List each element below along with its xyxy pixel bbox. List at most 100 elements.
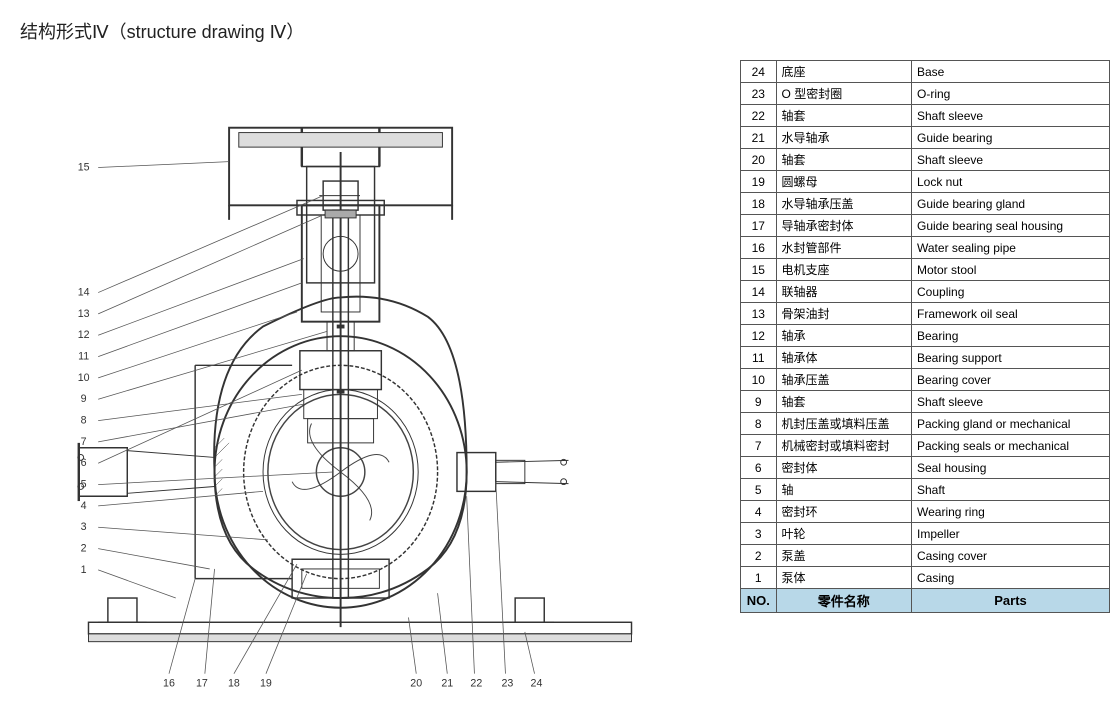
part-name-cn: 轴套 — [776, 105, 911, 127]
svg-text:6: 6 — [81, 457, 87, 469]
part-number: 19 — [741, 171, 777, 193]
svg-text:18: 18 — [228, 677, 240, 689]
part-number: 12 — [741, 325, 777, 347]
part-name-en: Casing cover — [912, 545, 1110, 567]
part-name-cn: 泵盖 — [776, 545, 911, 567]
part-name-en: Packing gland or mechanical — [912, 413, 1110, 435]
part-name-cn: 密封环 — [776, 501, 911, 523]
table-row: 4 密封环 Wearing ring — [741, 501, 1110, 523]
header-no: NO. — [741, 589, 777, 613]
svg-text:24: 24 — [531, 677, 543, 689]
part-number: 3 — [741, 523, 777, 545]
part-number: 4 — [741, 501, 777, 523]
part-name-en: Shaft sleeve — [912, 105, 1110, 127]
part-name-cn: O 型密封圈 — [776, 83, 911, 105]
svg-text:10: 10 — [78, 372, 90, 384]
part-name-cn: 轴承体 — [776, 347, 911, 369]
part-name-cn: 骨架油封 — [776, 303, 911, 325]
part-name-en: Bearing — [912, 325, 1110, 347]
part-name-en: Shaft sleeve — [912, 149, 1110, 171]
page-title: 结构形式Ⅳ（structure drawing Ⅳ） — [20, 18, 304, 44]
table-row: 22 轴套 Shaft sleeve — [741, 105, 1110, 127]
part-name-en: Coupling — [912, 281, 1110, 303]
part-name-cn: 电机支座 — [776, 259, 911, 281]
part-name-en: Bearing cover — [912, 369, 1110, 391]
table-row: 20 轴套 Shaft sleeve — [741, 149, 1110, 171]
part-number: 2 — [741, 545, 777, 567]
part-name-en: Impeller — [912, 523, 1110, 545]
table-row: 12 轴承 Bearing — [741, 325, 1110, 347]
part-name-cn: 联轴器 — [776, 281, 911, 303]
table-header: NO. 零件名称 Parts — [741, 589, 1110, 613]
table-row: 15 电机支座 Motor stool — [741, 259, 1110, 281]
part-name-cn: 水封管部件 — [776, 237, 911, 259]
part-name-en: Seal housing — [912, 457, 1110, 479]
svg-text:17: 17 — [196, 677, 208, 689]
part-name-cn: 水导轴承 — [776, 127, 911, 149]
svg-text:13: 13 — [78, 308, 90, 320]
table-row: 16 水封管部件 Water sealing pipe — [741, 237, 1110, 259]
part-name-cn: 水导轴承压盖 — [776, 193, 911, 215]
svg-text:23: 23 — [501, 677, 513, 689]
part-name-en: O-ring — [912, 83, 1110, 105]
parts-table: 24 底座 Base 23 O 型密封圈 O-ring 22 轴套 Shaft … — [740, 60, 1110, 613]
part-name-cn: 轴 — [776, 479, 911, 501]
part-number: 10 — [741, 369, 777, 391]
part-name-cn: 底座 — [776, 61, 911, 83]
part-number: 17 — [741, 215, 777, 237]
part-name-cn: 泵体 — [776, 567, 911, 589]
part-name-en: Wearing ring — [912, 501, 1110, 523]
table-row: 6 密封体 Seal housing — [741, 457, 1110, 479]
table-row: 5 轴 Shaft — [741, 479, 1110, 501]
svg-text:21: 21 — [441, 677, 453, 689]
part-name-cn: 机封压盖或填料压盖 — [776, 413, 911, 435]
table-row: 19 圆螺母 Lock nut — [741, 171, 1110, 193]
part-number: 13 — [741, 303, 777, 325]
table-row: 23 O 型密封圈 O-ring — [741, 83, 1110, 105]
part-number: 22 — [741, 105, 777, 127]
part-number: 7 — [741, 435, 777, 457]
table-row: 3 叶轮 Impeller — [741, 523, 1110, 545]
table-row: 21 水导轴承 Guide bearing — [741, 127, 1110, 149]
diagram-area: 1 2 3 4 5 6 7 8 9 10 11 12 13 14 15 16 1… — [10, 55, 710, 695]
part-name-cn: 导轴承密封体 — [776, 215, 911, 237]
table-row: 8 机封压盖或填料压盖 Packing gland or mechanical — [741, 413, 1110, 435]
header-en: Parts — [912, 589, 1110, 613]
svg-text:3: 3 — [81, 521, 87, 533]
svg-text:8: 8 — [81, 414, 87, 426]
table-row: 18 水导轴承压盖 Guide bearing gland — [741, 193, 1110, 215]
part-name-en: Base — [912, 61, 1110, 83]
svg-text:2: 2 — [81, 542, 87, 554]
part-name-en: Lock nut — [912, 171, 1110, 193]
part-name-en: Casing — [912, 567, 1110, 589]
part-number: 5 — [741, 479, 777, 501]
table-row: 17 导轴承密封体 Guide bearing seal housing — [741, 215, 1110, 237]
part-number: 8 — [741, 413, 777, 435]
svg-text:22: 22 — [470, 677, 482, 689]
part-name-cn: 轴承压盖 — [776, 369, 911, 391]
part-name-en: Packing seals or mechanical — [912, 435, 1110, 457]
part-name-en: Guide bearing seal housing — [912, 215, 1110, 237]
table-row: 24 底座 Base — [741, 61, 1110, 83]
svg-text:20: 20 — [410, 677, 422, 689]
svg-text:16: 16 — [163, 677, 175, 689]
svg-text:12: 12 — [78, 329, 90, 341]
svg-text:4: 4 — [81, 500, 87, 512]
table-row: 2 泵盖 Casing cover — [741, 545, 1110, 567]
part-name-cn: 叶轮 — [776, 523, 911, 545]
part-name-en: Framework oil seal — [912, 303, 1110, 325]
part-number: 9 — [741, 391, 777, 413]
table-row: 1 泵体 Casing — [741, 567, 1110, 589]
part-number: 24 — [741, 61, 777, 83]
part-number: 6 — [741, 457, 777, 479]
part-name-cn: 圆螺母 — [776, 171, 911, 193]
svg-text:19: 19 — [260, 677, 272, 689]
part-number: 20 — [741, 149, 777, 171]
header-cn: 零件名称 — [776, 589, 911, 613]
part-number: 15 — [741, 259, 777, 281]
part-number: 18 — [741, 193, 777, 215]
part-name-en: Motor stool — [912, 259, 1110, 281]
table-row: 7 机械密封或填料密封 Packing seals or mechanical — [741, 435, 1110, 457]
part-name-cn: 轴承 — [776, 325, 911, 347]
part-number: 21 — [741, 127, 777, 149]
